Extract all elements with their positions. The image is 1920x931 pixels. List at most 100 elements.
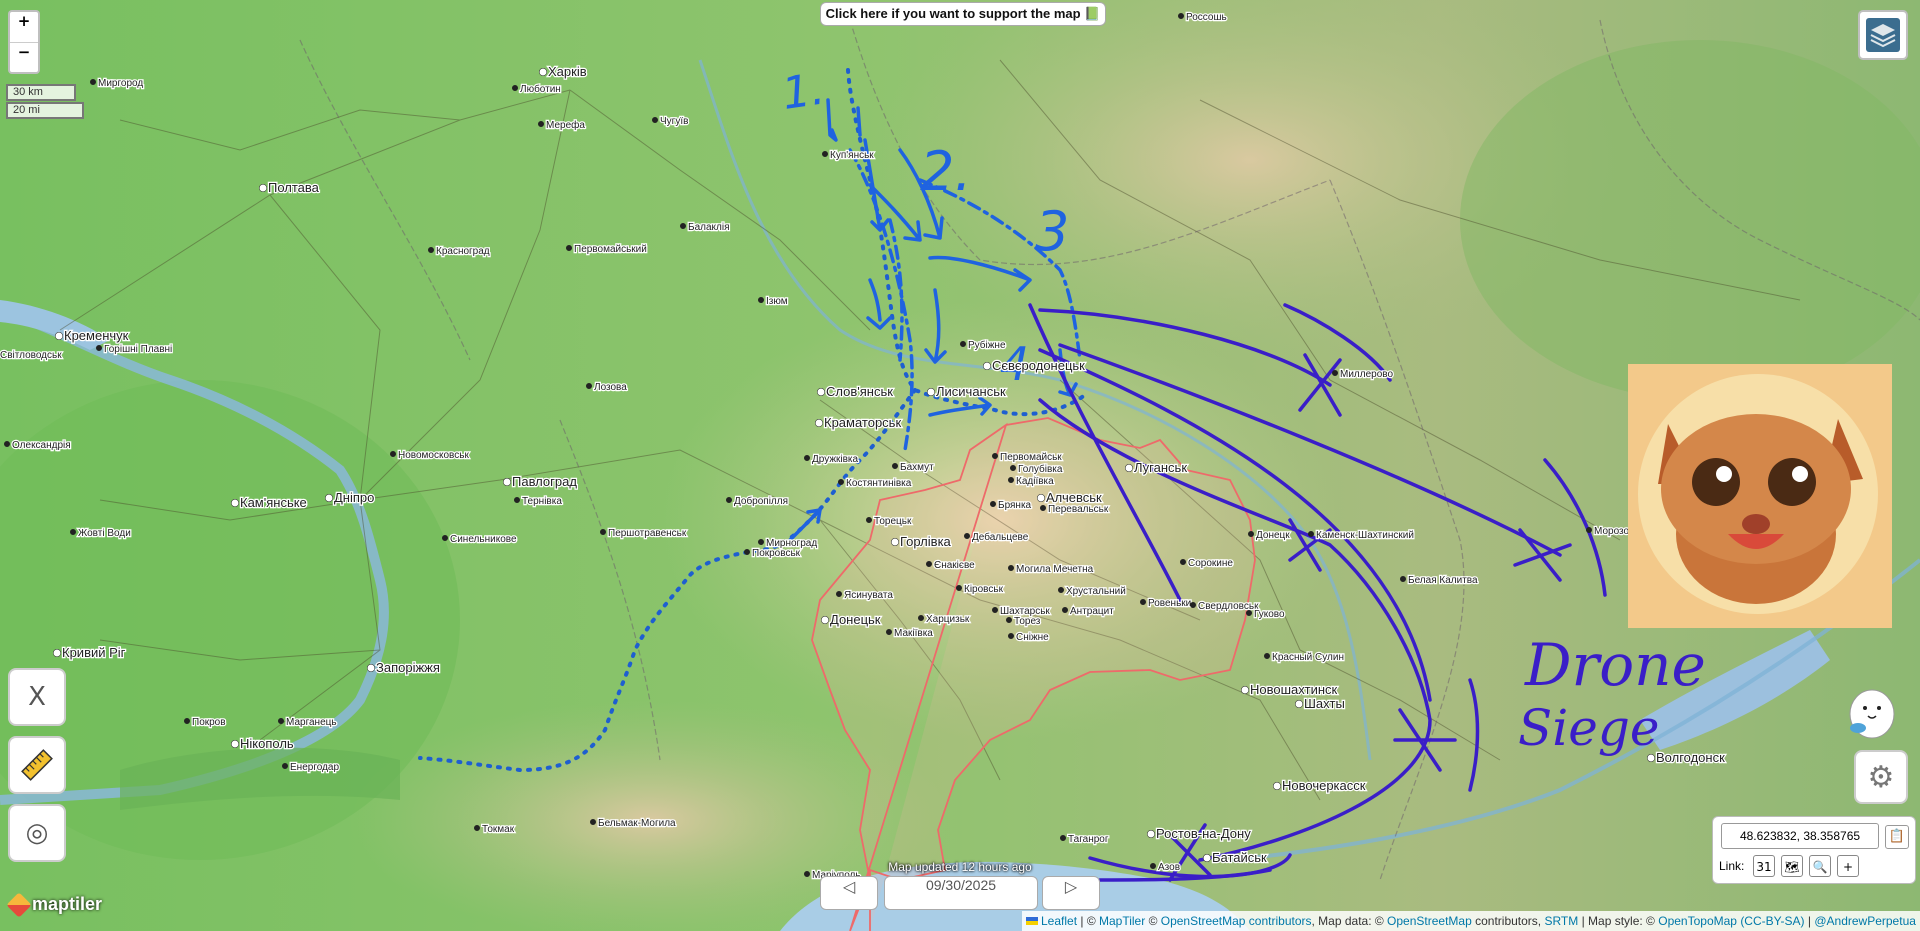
add-link-icon[interactable]: +	[1837, 855, 1859, 877]
city-label: Дружківка	[812, 454, 859, 465]
ruler-tool-button[interactable]	[8, 736, 66, 794]
city-label: Миргород	[98, 78, 143, 89]
city-label: Хрустальний	[1066, 586, 1126, 597]
city-marker	[1273, 782, 1281, 790]
city-label: Каменск-Шахтинский	[1316, 530, 1414, 541]
map-link-icon[interactable]: 🗺	[1781, 855, 1803, 877]
city-marker	[918, 615, 924, 621]
city-marker	[586, 383, 592, 389]
city-label: Миллерово	[1340, 369, 1393, 380]
scale-bar-km: 30 km	[6, 84, 76, 101]
city-label: Красноград	[436, 246, 490, 257]
city-label: Таганрог	[1068, 834, 1109, 845]
attribution-bar: Leaflet | © MapTiler © OpenStreetMap con…	[1022, 911, 1920, 931]
ruler-icon	[21, 749, 53, 781]
city-marker	[566, 245, 572, 251]
city-label: Чугуїв	[660, 116, 688, 127]
city-label: Першотравенськ	[608, 528, 687, 539]
annotation-number-1: 1.	[779, 63, 828, 119]
settings-button[interactable]: ⚙	[1854, 750, 1908, 804]
city-label: Краматорськ	[824, 415, 901, 430]
x-social-button[interactable]: X	[8, 668, 66, 726]
coordinate-field[interactable]: 48.623832, 38.358765	[1721, 823, 1879, 849]
city-marker	[838, 479, 844, 485]
license-link[interactable]: (CC-BY-SA)	[1740, 914, 1804, 928]
city-marker	[503, 478, 511, 486]
city-marker	[983, 362, 991, 370]
city-label: Лисичанськ	[936, 384, 1006, 399]
city-marker	[55, 332, 63, 340]
city-marker	[1008, 477, 1014, 483]
city-label: Ясинувата	[844, 590, 893, 601]
city-label: Тернівка	[522, 496, 562, 507]
city-label: Балаклія	[688, 222, 729, 233]
city-label: Рубіжне	[968, 339, 1006, 351]
leaflet-link[interactable]: Leaflet	[1041, 914, 1077, 928]
city-label: Голубівка	[1018, 463, 1063, 475]
city-marker	[990, 501, 996, 507]
city-marker	[1006, 617, 1012, 623]
city-marker	[278, 718, 284, 724]
osm-data-link[interactable]: OpenStreetMap	[1387, 914, 1472, 928]
zoom-out-button[interactable]: −	[10, 43, 38, 73]
city-label: Мерефа	[546, 119, 585, 131]
x-logo-icon: X	[28, 682, 46, 712]
city-label: Кам'янське	[240, 495, 307, 510]
city-label: Горлівка	[900, 534, 952, 549]
city-marker	[1037, 494, 1045, 502]
support-map-button[interactable]: Click here if you want to support the ma…	[820, 2, 1106, 26]
city-marker	[1248, 531, 1254, 537]
city-marker	[184, 718, 190, 724]
city-marker	[964, 533, 970, 539]
osm-link[interactable]: OpenStreetMap contributors	[1161, 914, 1312, 928]
city-label: Марганець	[286, 717, 337, 728]
city-label: Новочеркасск	[1282, 778, 1366, 793]
link-label: Link:	[1719, 859, 1745, 873]
city-label: Могила Мечетна	[1016, 564, 1094, 575]
city-label: Сорокине	[1188, 558, 1233, 569]
city-marker	[390, 451, 396, 457]
search-link-icon[interactable]: 🔍	[1809, 855, 1831, 877]
layers-button[interactable]	[1858, 10, 1908, 60]
city-marker	[53, 649, 61, 657]
city-label: Брянка	[998, 500, 1032, 511]
coordinate-panel: 48.623832, 38.358765 📋 Link: 31 🗺 🔍 +	[1712, 816, 1916, 884]
srtm-link[interactable]: SRTM	[1544, 914, 1578, 928]
locate-target-button[interactable]: ◎	[8, 804, 66, 862]
city-label: Покровськ	[752, 548, 801, 559]
city-marker	[231, 740, 239, 748]
calendar-link-icon[interactable]: 31	[1753, 855, 1775, 877]
maptiler-diamond-icon	[6, 891, 32, 918]
maptiler-link[interactable]: MapTiler	[1099, 914, 1145, 928]
opentopomap-link[interactable]: OpenTopoMap	[1658, 914, 1737, 928]
attribution-text: contributors,	[1471, 914, 1545, 928]
author-link[interactable]: @AndrewPerpetua	[1814, 914, 1916, 928]
city-label: Добропілля	[734, 495, 788, 507]
layers-icon	[1866, 18, 1900, 52]
copy-coordinates-button[interactable]: 📋	[1885, 825, 1909, 849]
city-label: Россошь	[1186, 12, 1227, 23]
previous-date-button[interactable]: ◁	[820, 876, 878, 910]
next-date-button[interactable]: ▷	[1042, 876, 1100, 910]
date-field[interactable]: 09/30/2025	[884, 876, 1038, 910]
city-marker	[927, 388, 935, 396]
city-label: Павлоград	[512, 474, 577, 489]
city-marker	[652, 117, 658, 123]
zoom-in-button[interactable]: +	[10, 12, 38, 43]
city-marker	[1040, 505, 1046, 511]
city-label: Запоріжжя	[376, 660, 440, 675]
city-marker	[282, 763, 288, 769]
city-marker	[1010, 465, 1016, 471]
city-marker	[1147, 830, 1155, 838]
city-marker	[992, 607, 998, 613]
city-marker	[891, 538, 899, 546]
target-icon: ◎	[25, 818, 49, 848]
city-marker	[1140, 599, 1146, 605]
city-label: Новомосковськ	[398, 450, 469, 461]
city-label: Ровеньки	[1148, 598, 1191, 609]
city-marker	[600, 529, 606, 535]
city-label: Єнакієве	[934, 560, 975, 571]
city-label: Ростов-на-Дону	[1156, 826, 1251, 841]
city-label: Торецьк	[874, 516, 912, 527]
city-label: Кіровськ	[964, 584, 1004, 595]
